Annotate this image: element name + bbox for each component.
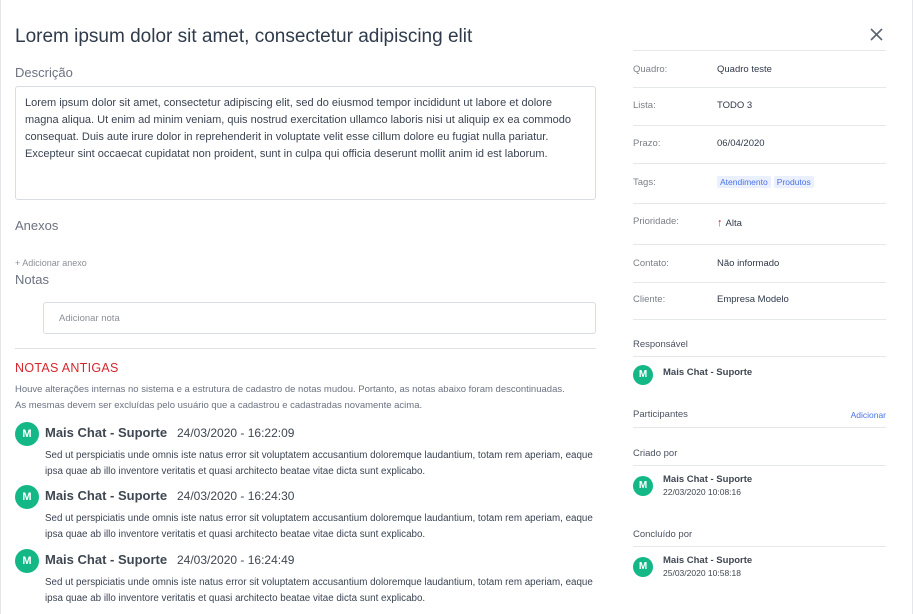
modal-title: Lorem ipsum dolor sit amet, consectetur … [15, 26, 473, 47]
completed-by-user: M Mais Chat - Suporte 25/03/2020 10:58:1… [633, 555, 886, 579]
add-attachment-link[interactable]: + Adicionar anexo [15, 258, 87, 268]
close-icon[interactable] [867, 25, 887, 45]
field-priority-key: Prioridade: [633, 216, 679, 227]
created-by-label: Criado por [633, 448, 678, 459]
completed-by-label: Concluído por [633, 529, 693, 540]
note-text: Sed ut perspiciatis unde omnis iste natu… [45, 577, 593, 604]
responsible-user[interactable]: M Mais Chat - Suporte [633, 363, 886, 387]
divider [15, 348, 596, 349]
avatar: M [633, 476, 653, 496]
field-contact: Contato: Não informado [633, 245, 886, 283]
field-client-key: Cliente: [633, 294, 666, 305]
field-board-key: Quadro: [633, 64, 668, 75]
created-by-date: 22/03/2020 10:08:16 [663, 487, 741, 497]
description-field[interactable]: Lorem ipsum dolor sit amet, consectetur … [15, 86, 596, 200]
note-text: Sed ut perspiciatis unde omnis iste natu… [45, 450, 593, 477]
note-author: Mais Chat - Suporte [45, 488, 168, 503]
field-list-value[interactable]: TODO 3 [717, 100, 752, 111]
note-date: 24/03/2020 - 16:22:09 [177, 426, 295, 440]
attachments-label: Anexos [15, 218, 59, 233]
add-note-input[interactable] [43, 302, 596, 334]
arrow-up-icon: ↑ [717, 217, 723, 229]
tags-list[interactable]: Atendimento Produtos [717, 176, 817, 188]
note-author: Mais Chat - Suporte [45, 552, 168, 567]
avatar: M [633, 557, 653, 577]
divider [633, 546, 886, 547]
created-by-user: M Mais Chat - Suporte 22/03/2020 10:08:1… [633, 474, 886, 498]
field-priority: Prioridade: ↑ Alta [633, 204, 886, 245]
avatar: M [15, 485, 39, 509]
priority-value[interactable]: ↑ Alta [717, 217, 742, 229]
avatar: M [633, 365, 653, 385]
note-date: 24/03/2020 - 16:24:49 [177, 553, 295, 567]
tag-badge[interactable]: Atendimento [717, 176, 771, 188]
divider [633, 427, 886, 428]
field-deadline-value[interactable]: 06/04/2020 [717, 138, 765, 149]
field-client: Cliente: Empresa Modelo [633, 283, 886, 320]
add-participant-link[interactable]: Adicionar [851, 410, 886, 420]
field-deadline: Prazo: 06/04/2020 [633, 126, 886, 164]
avatar: M [15, 422, 39, 446]
priority-label: Alta [725, 218, 742, 229]
responsible-name: Mais Chat - Suporte [663, 367, 753, 378]
created-by-name: Mais Chat - Suporte [663, 474, 753, 485]
note-text: Sed ut perspiciatis unde omnis iste natu… [45, 513, 593, 540]
field-contact-value[interactable]: Não informado [717, 258, 779, 269]
field-client-value[interactable]: Empresa Modelo [717, 294, 789, 305]
notes-label: Notas [15, 272, 49, 287]
field-board-value[interactable]: Quadro teste [717, 64, 772, 75]
note-author: Mais Chat - Suporte [45, 425, 168, 440]
field-tags-key: Tags: [633, 177, 656, 188]
field-deadline-key: Prazo: [633, 138, 661, 149]
task-modal: Lorem ipsum dolor sit amet, consectetur … [0, 0, 913, 614]
field-tags: Tags: Atendimento Produtos [633, 164, 886, 204]
old-notes-description: Houve alterações internas no sistema e a… [15, 384, 565, 411]
field-contact-key: Contato: [633, 258, 669, 269]
divider [633, 356, 886, 357]
field-list-key: Lista: [633, 100, 656, 111]
old-notes-title: NOTAS ANTIGAS [15, 361, 119, 375]
field-list: Lista: TODO 3 [633, 88, 886, 126]
completed-by-name: Mais Chat - Suporte [663, 555, 753, 566]
avatar: M [15, 549, 39, 573]
responsible-label: Responsável [633, 339, 688, 350]
divider [633, 465, 886, 466]
description-label: Descrição [15, 65, 73, 80]
participants-label: Participantes [633, 409, 688, 420]
tag-badge[interactable]: Produtos [773, 176, 814, 188]
completed-by-date: 25/03/2020 10:58:18 [663, 568, 741, 578]
note-date: 24/03/2020 - 16:24:30 [177, 489, 295, 503]
field-board: Quadro: Quadro teste [633, 50, 886, 88]
